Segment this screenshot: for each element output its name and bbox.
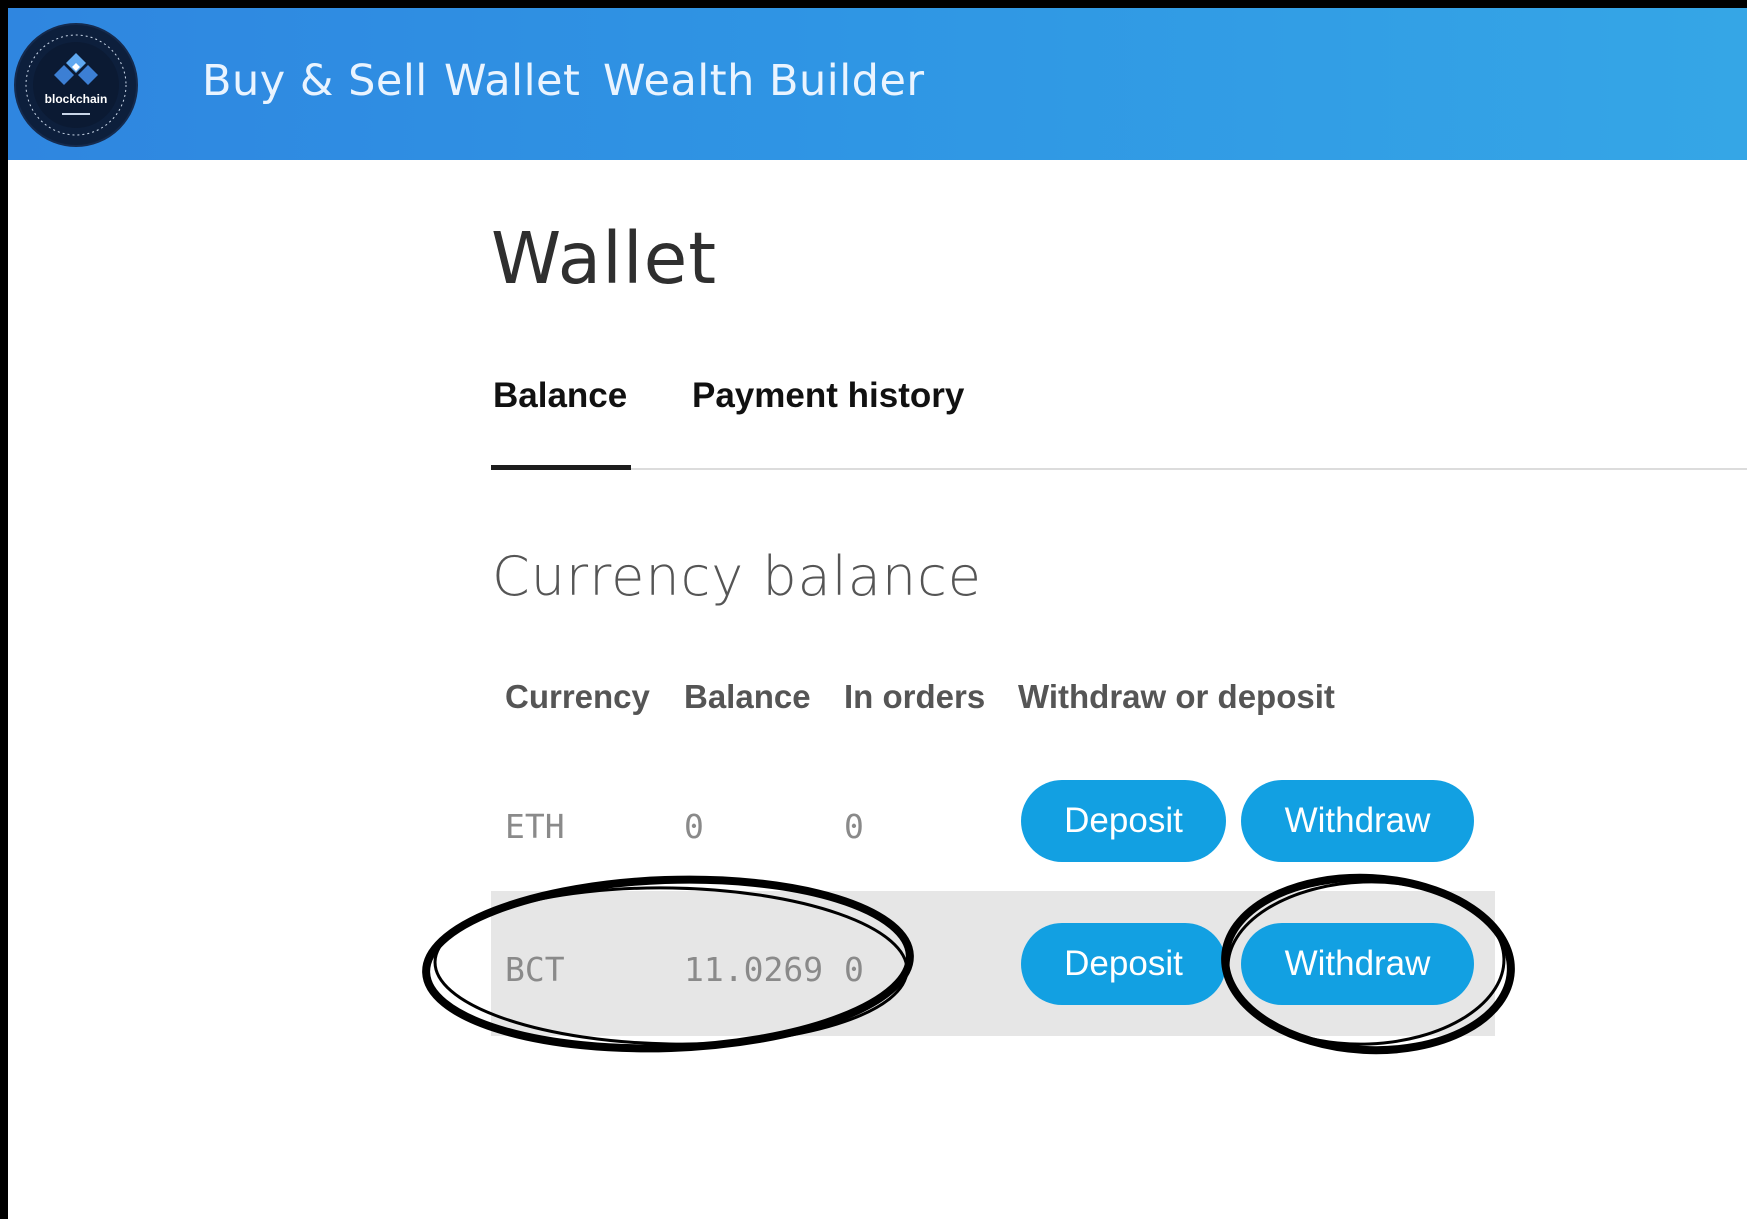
tabs-divider: [491, 468, 1747, 470]
blockchain-logo-icon[interactable]: blockchain: [14, 23, 138, 147]
active-tab-indicator: [491, 465, 631, 470]
withdraw-button[interactable]: Withdraw: [1241, 780, 1474, 862]
withdraw-button[interactable]: Withdraw: [1241, 923, 1474, 1005]
tab-payment-history[interactable]: Payment history: [692, 378, 964, 413]
row-currency: ETH: [505, 807, 565, 846]
row-balance: 11.0269: [684, 950, 824, 989]
nav-link-wealth-builder[interactable]: Wealth Builder: [603, 60, 925, 103]
deposit-button[interactable]: Deposit: [1021, 780, 1226, 862]
column-header-in-orders: In orders: [844, 678, 986, 715]
row-currency: BCT: [505, 950, 565, 989]
column-header-currency: Currency: [505, 678, 650, 715]
section-title: Currency balance: [492, 545, 983, 608]
row-in-orders: 0: [844, 950, 864, 989]
column-header-balance: Balance: [684, 678, 811, 715]
logo-wordmark: blockchain: [45, 92, 108, 106]
row-in-orders: 0: [844, 807, 864, 846]
row-balance: 0: [684, 807, 704, 846]
nav-link-wallet[interactable]: Wallet: [444, 60, 580, 103]
browser-viewport: blockchain Buy & Sell Wallet Wealth Buil…: [8, 8, 1747, 1219]
column-header-withdraw-or-deposit: Withdraw or deposit: [1018, 678, 1335, 715]
tab-balance[interactable]: Balance: [493, 378, 627, 413]
page-title: Wallet: [491, 217, 718, 300]
annotation-overlay: [422, 873, 1515, 1055]
deposit-button[interactable]: Deposit: [1021, 923, 1226, 1005]
nav-link-buy-sell[interactable]: Buy & Sell: [202, 60, 428, 103]
top-navbar: blockchain Buy & Sell Wallet Wealth Buil…: [8, 8, 1747, 160]
